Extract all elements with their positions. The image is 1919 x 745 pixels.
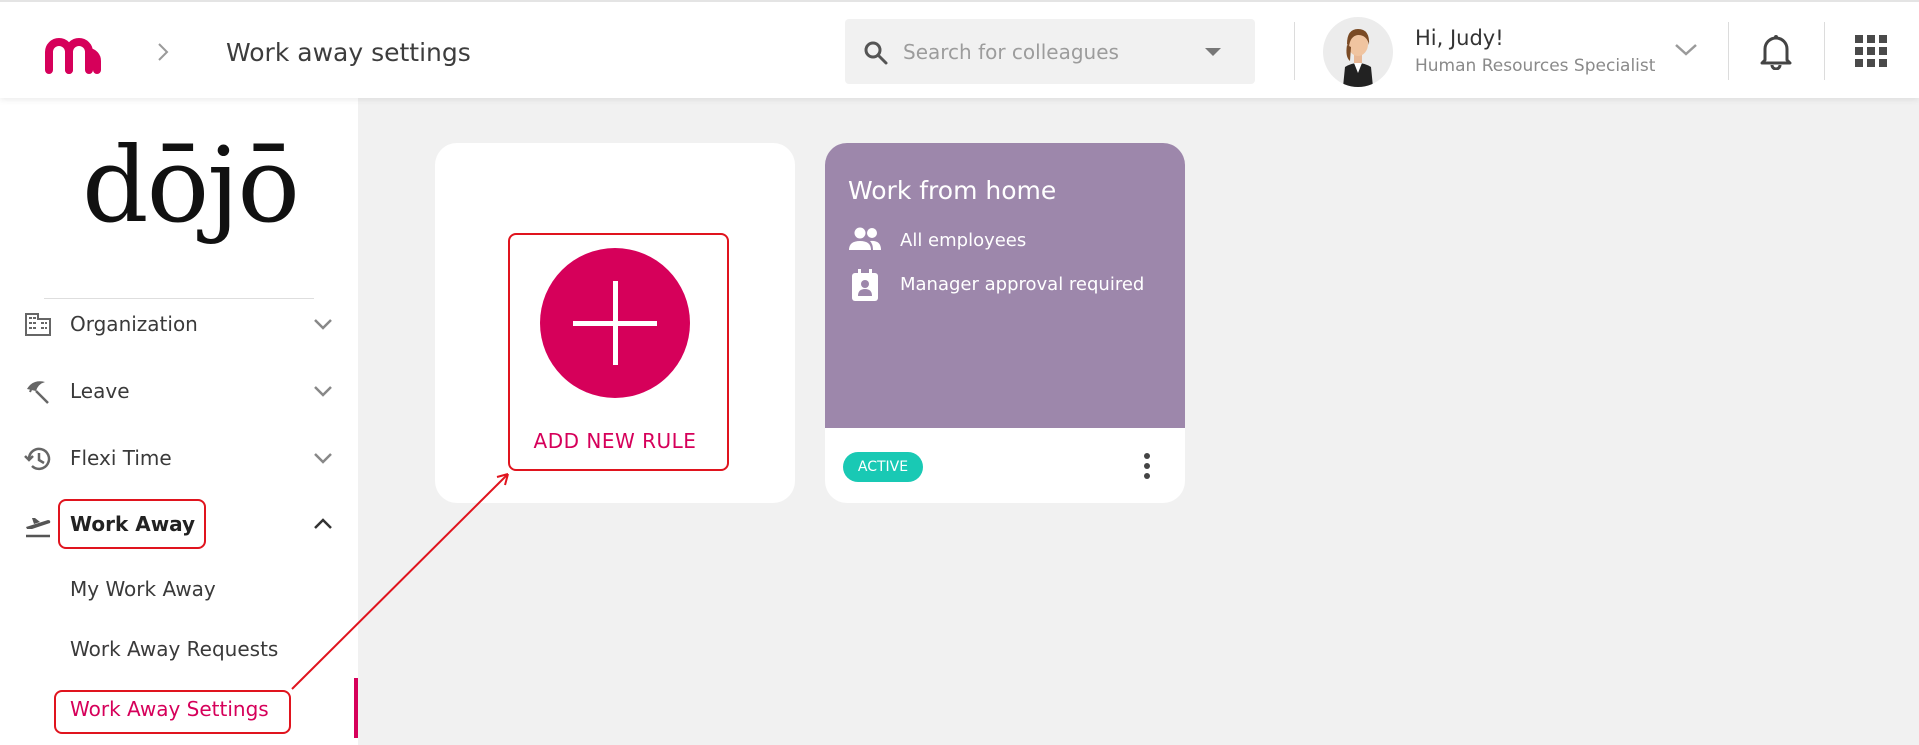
user-greeting: Hi, Judy!: [1415, 26, 1504, 50]
highlight-work-away-settings: [54, 690, 291, 734]
chevron-up-icon[interactable]: [312, 517, 334, 531]
chevron-down-icon[interactable]: [312, 451, 334, 465]
search-icon: [864, 41, 888, 65]
divider: [1824, 22, 1825, 80]
sidebar-item-label: Leave: [70, 379, 130, 403]
divider: [1294, 22, 1295, 80]
people-icon: [849, 227, 881, 250]
rule-card[interactable]: Work from home All employees Manager app…: [825, 143, 1185, 503]
highlight-add-new-rule: [508, 233, 729, 471]
sidebar-item-organization[interactable]: Organization: [0, 299, 340, 349]
top-bar: Work away settings Search for colleagues…: [0, 0, 1919, 98]
sidebar-item-label: Organization: [70, 312, 198, 336]
rule-audience-text: All employees: [900, 230, 1027, 251]
user-avatar-icon: [1343, 29, 1373, 87]
sidebar: dōjō Organization Leave Flexi Time Work …: [0, 98, 358, 745]
notification-bell-icon[interactable]: [1759, 32, 1793, 70]
page-title: Work away settings: [226, 38, 471, 67]
sidebar-item-flexi-time[interactable]: Flexi Time: [0, 433, 340, 483]
breadcrumb-chevron-icon: [158, 43, 169, 61]
building-icon: [25, 313, 51, 336]
app-grid-icon[interactable]: [1855, 35, 1887, 67]
divider: [1728, 22, 1729, 80]
chevron-down-icon[interactable]: [312, 317, 334, 331]
search-dropdown-icon[interactable]: [1205, 48, 1221, 56]
sidebar-subitem-my-work-away[interactable]: My Work Away: [70, 577, 216, 601]
approval-badge-icon: [852, 269, 878, 301]
active-indicator: [354, 678, 358, 738]
rule-title: Work from home: [848, 176, 1057, 205]
status-badge: ACTIVE: [843, 452, 923, 482]
sidebar-subitem-work-away-requests[interactable]: Work Away Requests: [70, 637, 278, 661]
colleague-search[interactable]: Search for colleagues: [845, 19, 1255, 84]
highlight-work-away: [58, 499, 206, 549]
brand-logo: dōjō: [82, 124, 300, 246]
sidebar-item-label: Flexi Time: [70, 446, 172, 470]
user-menu-chevron-icon[interactable]: [1673, 42, 1699, 58]
rule-card-header: Work from home All employees Manager app…: [825, 143, 1185, 428]
chevron-down-icon[interactable]: [312, 384, 334, 398]
avatar[interactable]: [1323, 17, 1393, 87]
sidebar-item-leave[interactable]: Leave: [0, 366, 340, 416]
search-input[interactable]: Search for colleagues: [903, 40, 1119, 64]
more-options-icon[interactable]: [1143, 453, 1151, 483]
airplane-takeoff-icon: [26, 518, 51, 538]
history-icon: [24, 447, 51, 471]
user-role: Human Resources Specialist: [1415, 56, 1656, 76]
rule-approval-text: Manager approval required: [900, 274, 1145, 295]
app-logo-icon[interactable]: [44, 34, 102, 74]
beach-umbrella-icon: [27, 381, 49, 404]
